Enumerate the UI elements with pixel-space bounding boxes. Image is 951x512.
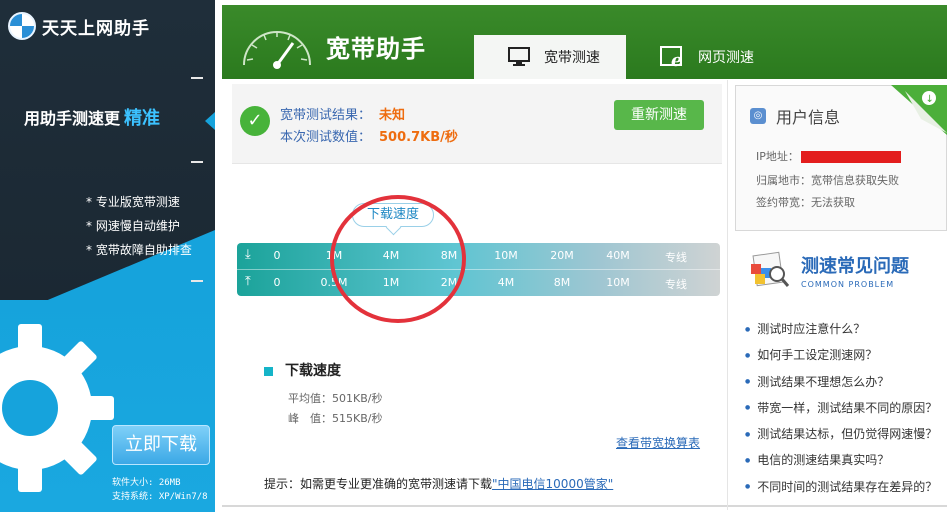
- scale-tick: 0: [273, 276, 281, 289]
- faq-item[interactable]: 测试结果不理想怎么办？: [745, 371, 937, 397]
- faq-title: 测速常见问题: [801, 255, 909, 277]
- logo-icon: [8, 12, 36, 40]
- speed-value: 500.7KB/秒: [379, 130, 458, 145]
- supported-os: 支持系统: XP/Win7/8: [112, 492, 208, 502]
- tab-web-speed-test[interactable]: e 网页测速: [626, 35, 780, 79]
- speedometer-icon: [243, 31, 311, 69]
- feature-item: * 宽带故障自助排查: [86, 243, 192, 257]
- download-speed-heading: 下载速度: [264, 360, 341, 380]
- faq-item[interactable]: 电信的测速结果真实吗？: [745, 449, 937, 475]
- faq-subtitle: COMMON PROBLEM: [801, 279, 895, 289]
- svg-text:e: e: [671, 50, 682, 69]
- faq-item[interactable]: 如何手工设定测速网？: [745, 344, 937, 370]
- faq-item[interactable]: 带宽一样，测试结果不同的原因？: [745, 397, 937, 423]
- ie-icon: e: [660, 46, 682, 69]
- user-info-panel: ◎ 用户信息 ↓ IP地址： 归属地市：宽带信息获取失败 签约带宽：无法获取: [735, 85, 947, 231]
- scale-tick: 4M: [497, 276, 515, 289]
- ip-address-row: IP地址：: [756, 148, 901, 164]
- average-speed: 平均值：501KB/秒: [288, 392, 383, 405]
- slogan-text: 用助手测速更: [24, 109, 121, 128]
- feature-item: * 专业版宽带测速: [86, 195, 180, 209]
- faq-title-block: 测速常见问题 COMMON PROBLEM: [801, 252, 909, 289]
- location-row: 归属地市：宽带信息获取失败: [756, 174, 899, 187]
- scale-tick: 专线: [665, 278, 687, 291]
- speed-line: 本次测试数值： 500.7KB/秒: [280, 126, 458, 145]
- user-info-title: 用户信息: [776, 108, 841, 127]
- faq-item[interactable]: 不同时间的测试结果存在差异的？: [745, 476, 937, 502]
- speed-scale-bar: ⤓ 0 1M 4M 8M 10M 20M 40M 专线 ⤒ 0 0.5M 1M …: [237, 243, 720, 296]
- user-info-header: ◎ 用户信息: [750, 104, 840, 128]
- hint-text: 提示：如需更专业更准确的宽带测速请下载"中国电信10000管家": [264, 475, 613, 492]
- gear-icon: [0, 324, 114, 492]
- monitor-icon: [508, 47, 530, 66]
- left-promo-sidebar: 天天上网助手 用助手测速更 精准 * 专业版宽带测速 * 网速慢自动维护 * 宽带…: [0, 0, 215, 512]
- faq-header: 测速常见问题 COMMON PROBLEM: [747, 250, 909, 290]
- sidebar-divider: [191, 161, 203, 163]
- redacted-ip: [800, 151, 901, 163]
- app-header: 宽带助手 宽带测速 e 网页测速: [222, 5, 947, 79]
- sidebar-divider: [191, 77, 203, 79]
- logo-text: 天天上网助手: [42, 18, 150, 39]
- scale-tick: 0: [273, 249, 281, 262]
- faq-list: 测试时应注意什么？ 如何手工设定测速网？ 测试结果不理想怎么办？ 带宽一样，测试…: [745, 318, 937, 502]
- speed-label: 本次测试数值：: [280, 130, 372, 145]
- result-label: 宽带测试结果：: [280, 108, 372, 123]
- download-arrow-icon: ⤓: [245, 247, 251, 262]
- check-icon: ✓: [240, 106, 270, 136]
- telecom-manager-link[interactable]: "中国电信10000管家": [492, 477, 613, 491]
- scale-tick: 10M: [606, 276, 630, 289]
- download-scale-row: ⤓ 0 1M 4M 8M 10M 20M 40M 专线: [237, 243, 720, 269]
- faq-item[interactable]: 测试结果达标，但仍觉得网速慢？: [745, 423, 937, 449]
- bullet-square-icon: [264, 366, 273, 376]
- tab-broadband-speed-test[interactable]: 宽带测速: [474, 35, 626, 79]
- bandwidth-conversion-link[interactable]: 查看带宽换算表: [616, 434, 700, 451]
- software-info: 软件大小: 26MB 支持系统: XP/Win7/8: [112, 476, 208, 504]
- ip-label: IP地址：: [756, 150, 799, 163]
- slogan: 用助手测速更 精准: [24, 104, 160, 130]
- feature-list: * 专业版宽带测速 * 网速慢自动维护 * 宽带故障自助排查: [86, 190, 192, 262]
- faq-document-icon: [751, 251, 790, 287]
- scale-tick: 40M: [606, 249, 630, 262]
- page-curl-icon: ↓: [891, 85, 947, 135]
- bottom-divider: [222, 505, 947, 507]
- svg-text:↓: ↓: [926, 94, 934, 105]
- scale-tick: 20M: [550, 249, 574, 262]
- software-size: 软件大小: 26MB: [112, 478, 181, 488]
- scale-tick: 8M: [553, 276, 571, 289]
- page-title: 宽带助手: [326, 35, 426, 63]
- scale-tick: 专线: [665, 251, 687, 264]
- peak-speed: 峰 值：515KB/秒: [288, 412, 383, 425]
- faq-item[interactable]: 测试时应注意什么？: [745, 318, 937, 344]
- sidebar-divider: [191, 280, 203, 282]
- sidebar-pointer: [205, 112, 215, 130]
- upload-scale-row: ⤒ 0 0.5M 1M 2M 4M 8M 10M 专线: [237, 270, 720, 296]
- app-logo: 天天上网助手: [8, 12, 150, 40]
- tab-label: 宽带测速: [544, 50, 600, 66]
- retest-button[interactable]: 重新测速: [614, 100, 704, 130]
- slogan-highlight: 精准: [124, 108, 161, 129]
- feature-item: * 网速慢自动维护: [86, 219, 180, 233]
- bandwidth-row: 签约带宽：无法获取: [756, 196, 855, 209]
- tab-label: 网页测速: [698, 50, 754, 66]
- hint-prefix: 提示：如需更专业更准确的宽带测速请下载: [264, 477, 493, 491]
- panel-divider: [727, 80, 728, 510]
- result-value: 未知: [379, 108, 406, 123]
- scale-tick: 10M: [494, 249, 518, 262]
- upload-arrow-icon: ⤒: [245, 274, 251, 289]
- result-line: 宽带测试结果： 未知: [280, 104, 405, 123]
- red-annotation-circle: [330, 195, 466, 323]
- user-info-icon: ◎: [750, 108, 766, 124]
- test-result-panel: ✓ 宽带测试结果： 未知 本次测试数值： 500.7KB/秒 重新测速: [232, 84, 722, 164]
- download-now-button[interactable]: 立即下载: [112, 425, 210, 465]
